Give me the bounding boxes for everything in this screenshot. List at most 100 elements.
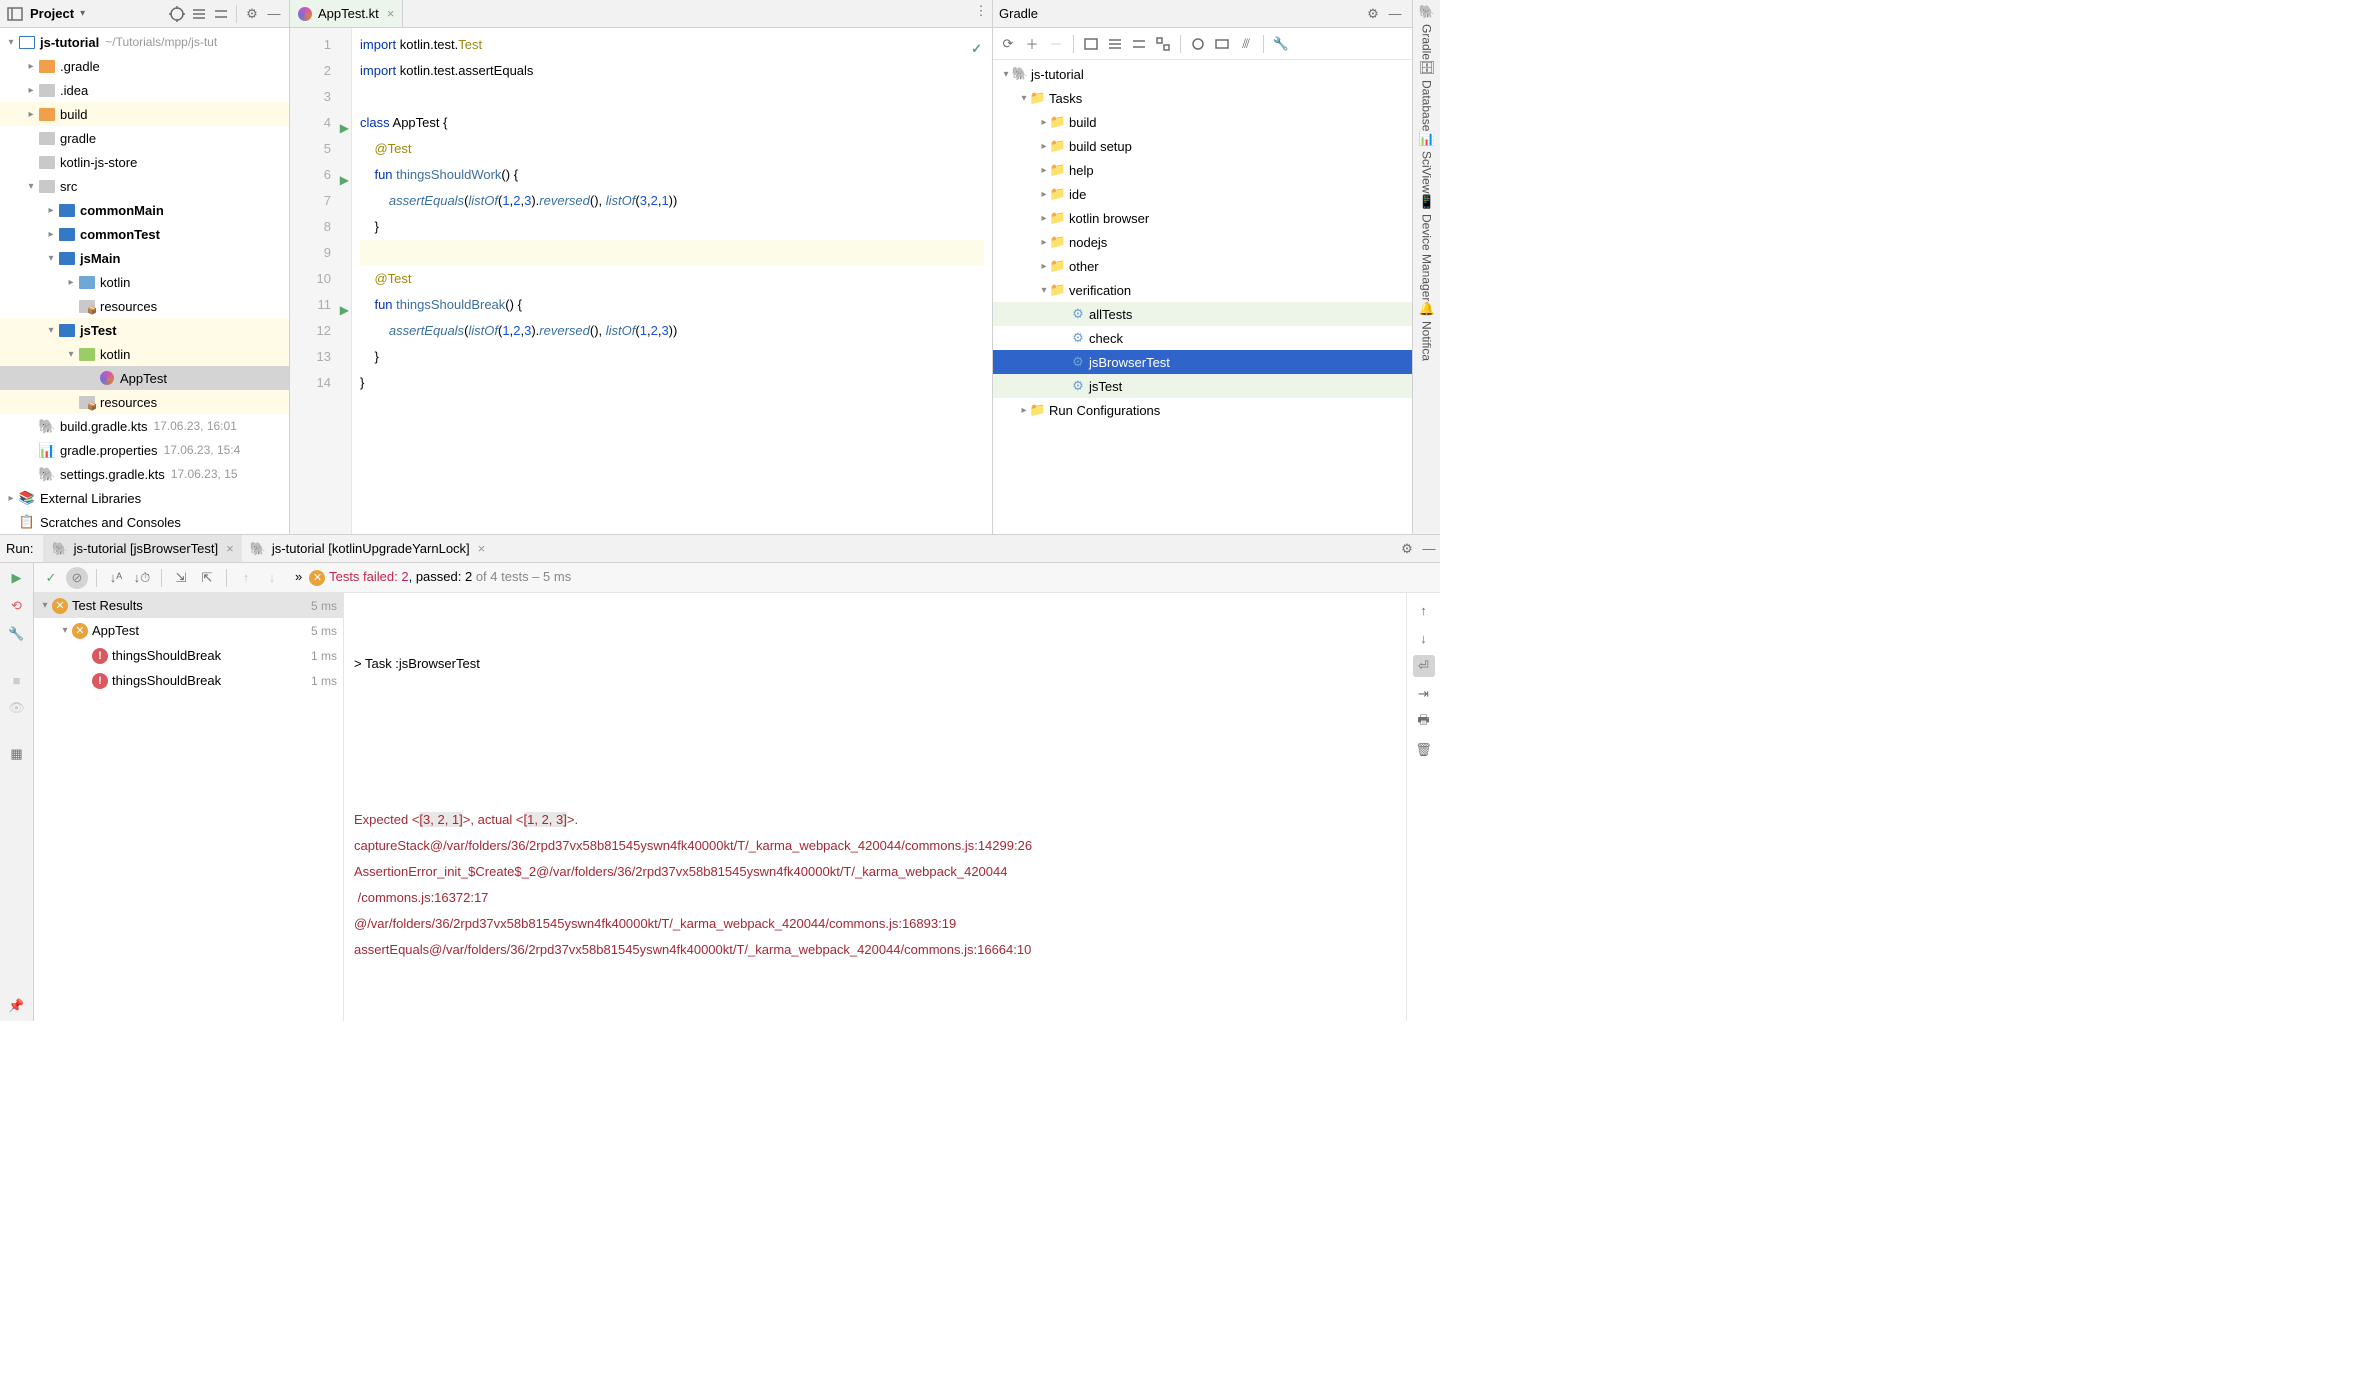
run-config-icon[interactable]: [1080, 33, 1102, 55]
hide-icon[interactable]: —: [1384, 3, 1406, 25]
analyze-icon[interactable]: ⫻: [1235, 33, 1257, 55]
trash-icon[interactable]: 🗑: [1413, 739, 1435, 761]
collapse-icon[interactable]: ⇱: [196, 567, 218, 589]
hide-icon[interactable]: —: [1418, 538, 1440, 560]
gradle-task[interactable]: ⚙check: [993, 326, 1412, 350]
wrench-icon[interactable]: 🔧: [6, 623, 28, 645]
tree-row[interactable]: ▾src: [0, 174, 289, 198]
expand-all-icon[interactable]: [188, 3, 210, 25]
gradle-run-config[interactable]: ▸ 📁 Run Configurations: [993, 398, 1412, 422]
target-icon[interactable]: [166, 3, 188, 25]
remove-icon[interactable]: －: [1045, 33, 1067, 55]
scroll-up-icon[interactable]: ↑: [1413, 599, 1435, 621]
run-tab[interactable]: 🐘js-tutorial [jsBrowserTest]×: [43, 535, 241, 562]
soft-wrap-icon[interactable]: ⏎: [1413, 655, 1435, 677]
tree-row[interactable]: AppTest: [0, 366, 289, 390]
gradle-tasks-node[interactable]: ▾ 📁 Tasks: [993, 86, 1412, 110]
project-title[interactable]: Project: [30, 6, 74, 21]
pin-icon[interactable]: 📌: [6, 995, 28, 1017]
gradle-root[interactable]: ▾ 🐘 js-tutorial: [993, 62, 1412, 86]
ignore-icon[interactable]: ⊘: [66, 567, 88, 589]
gradle-group[interactable]: ▸📁build setup: [993, 134, 1412, 158]
tree-row[interactable]: kotlin-js-store: [0, 150, 289, 174]
gradle-group[interactable]: ▸📁help: [993, 158, 1412, 182]
tree-row[interactable]: ▸.gradle: [0, 54, 289, 78]
layout-icon[interactable]: ▦: [6, 743, 28, 765]
tree-row[interactable]: ▸commonMain: [0, 198, 289, 222]
up-icon[interactable]: ↑: [235, 567, 257, 589]
tree-row[interactable]: 📦resources: [0, 390, 289, 414]
gradle-task[interactable]: ⚙jsBrowserTest: [993, 350, 1412, 374]
gradle-group[interactable]: ▸📁nodejs: [993, 230, 1412, 254]
expand-icon[interactable]: [1104, 33, 1126, 55]
rail-item[interactable]: 📊SciView: [1419, 131, 1435, 193]
rail-item[interactable]: 🐘Gradle: [1419, 4, 1435, 60]
external-libraries[interactable]: ▸ 📚 External Libraries: [0, 486, 289, 510]
tree-row[interactable]: ▾kotlin: [0, 342, 289, 366]
close-icon[interactable]: ×: [226, 541, 234, 556]
collapse-icon[interactable]: [1128, 33, 1150, 55]
tree-row[interactable]: 📦resources: [0, 294, 289, 318]
gradle-group[interactable]: ▸📁build: [993, 110, 1412, 134]
tree-row[interactable]: ▸build: [0, 102, 289, 126]
run-gutter-icon[interactable]: ▶: [340, 167, 349, 193]
gradle-task[interactable]: ⚙jsTest: [993, 374, 1412, 398]
down-icon[interactable]: ↓: [261, 567, 283, 589]
tree-row[interactable]: ▸.idea: [0, 78, 289, 102]
sort-icon[interactable]: ↓ᴬ: [105, 567, 127, 589]
tree-row[interactable]: ▾jsTest: [0, 318, 289, 342]
view-icon[interactable]: [1211, 33, 1233, 55]
gradle-tree[interactable]: ▾ 🐘 js-tutorial ▾ 📁 Tasks ▸📁build▸📁build…: [993, 60, 1412, 534]
tree-row[interactable]: ▸commonTest: [0, 222, 289, 246]
stop-icon[interactable]: ■: [6, 669, 28, 691]
gradle-group[interactable]: ▸📁other: [993, 254, 1412, 278]
editor-body[interactable]: 1234▶56▶7891011▶121314 ✓ import kotlin.t…: [290, 28, 992, 534]
tree-row[interactable]: ▸kotlin: [0, 270, 289, 294]
gear-icon[interactable]: ⚙: [1362, 3, 1384, 25]
gradle-group[interactable]: ▸📁ide: [993, 182, 1412, 206]
run-icon[interactable]: ▶: [6, 567, 28, 589]
tree-row[interactable]: 📊gradle.properties17.06.23, 15:4: [0, 438, 289, 462]
rail-item[interactable]: 🗄Database: [1419, 60, 1435, 131]
test-suite[interactable]: ▾ ✕ AppTest 5 ms: [34, 618, 343, 643]
tree-row[interactable]: ▾jsMain: [0, 246, 289, 270]
offline-icon[interactable]: [1187, 33, 1209, 55]
gear-icon[interactable]: ⚙: [241, 3, 263, 25]
rail-item[interactable]: 📱Device Manager: [1419, 194, 1435, 301]
wrench-icon[interactable]: 🔧: [1270, 33, 1292, 55]
sort-dur-icon[interactable]: ↓⏱: [131, 567, 153, 589]
code[interactable]: ✓ import kotlin.test.Testimport kotlin.t…: [352, 28, 992, 534]
refresh-icon[interactable]: ⟳: [997, 33, 1019, 55]
test-case[interactable]: !thingsShouldBreak1 ms: [34, 643, 343, 668]
add-icon[interactable]: ＋: [1021, 33, 1043, 55]
project-view-icon[interactable]: [4, 3, 26, 25]
run-gutter-icon[interactable]: ▶: [340, 115, 349, 141]
hide-icon[interactable]: —: [263, 3, 285, 25]
close-icon[interactable]: ×: [387, 6, 395, 21]
debug-rerun-icon[interactable]: ⟲: [6, 595, 28, 617]
editor-more-icon[interactable]: ⋮: [970, 0, 992, 22]
gradle-group[interactable]: ▸📁kotlin browser: [993, 206, 1412, 230]
chevron-down-icon[interactable]: ▾: [80, 8, 85, 19]
test-case[interactable]: !thingsShouldBreak1 ms: [34, 668, 343, 693]
console-output[interactable]: > Task :jsBrowserTest Expected <[3, 2, 1…: [344, 593, 1406, 1021]
editor-tab[interactable]: AppTest.kt ×: [290, 0, 403, 27]
test-results-root[interactable]: ▾ ✕ Test Results 5 ms: [34, 593, 343, 618]
project-tree[interactable]: ▾ js-tutorial ~/Tutorials/mpp/js-tut ▸.g…: [0, 28, 289, 534]
tree-root[interactable]: ▾ js-tutorial ~/Tutorials/mpp/js-tut: [0, 30, 289, 54]
rail-item[interactable]: 🔔Notifica: [1419, 301, 1435, 361]
tree-row[interactable]: 🐘settings.gradle.kts17.06.23, 15: [0, 462, 289, 486]
gradle-task[interactable]: ⚙allTests: [993, 302, 1412, 326]
print-icon[interactable]: 🖶: [1413, 711, 1435, 733]
watch-icon[interactable]: 👁: [6, 697, 28, 719]
scroll-down-icon[interactable]: ↓: [1413, 627, 1435, 649]
collapse-all-icon[interactable]: [210, 3, 232, 25]
scratches[interactable]: 📋 Scratches and Consoles: [0, 510, 289, 534]
tree-row[interactable]: gradle: [0, 126, 289, 150]
tool-icon[interactable]: [1152, 33, 1174, 55]
run-gutter-icon[interactable]: ▶: [340, 297, 349, 323]
test-tree[interactable]: ▾ ✕ Test Results 5 ms ▾ ✕ AppTest 5 ms !…: [34, 593, 344, 1021]
export-icon[interactable]: ⇥: [1413, 683, 1435, 705]
gear-icon[interactable]: ⚙: [1396, 538, 1418, 560]
tree-row[interactable]: 🐘build.gradle.kts17.06.23, 16:01: [0, 414, 289, 438]
